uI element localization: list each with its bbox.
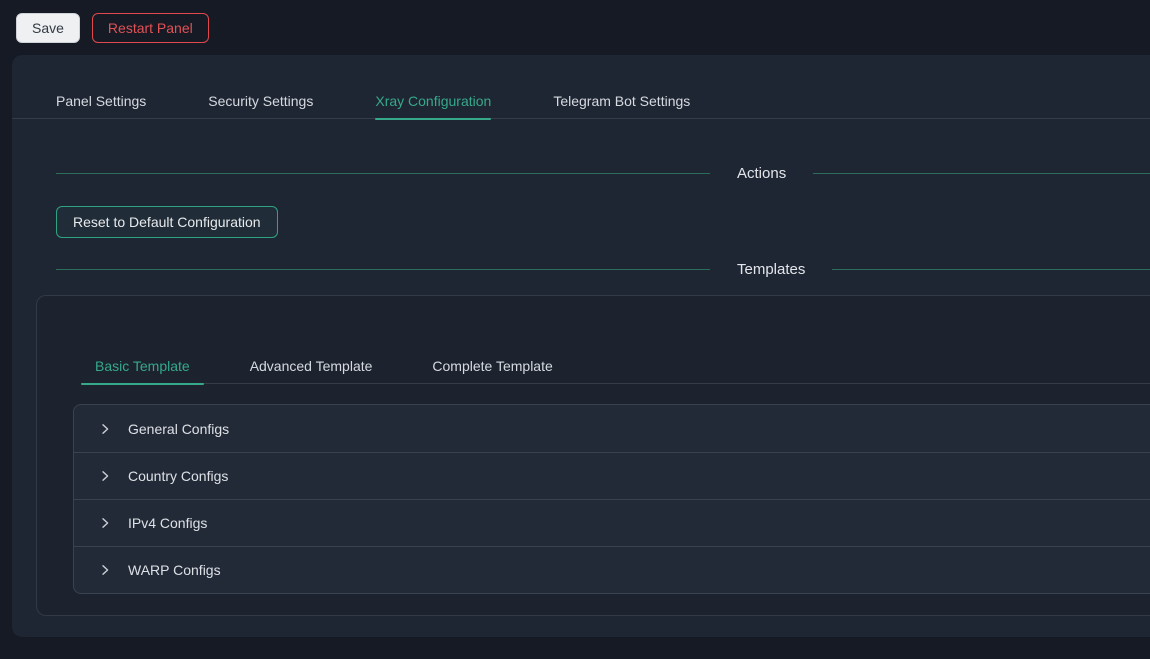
collapse-header-country-configs[interactable]: Country Configs — [74, 452, 1150, 499]
active-tab-indicator — [81, 383, 204, 385]
tab-label: Security Settings — [208, 93, 313, 109]
tab-label: Complete Template — [432, 358, 552, 374]
tab-security-settings[interactable]: Security Settings — [208, 83, 313, 119]
divider-line — [56, 173, 710, 174]
collapse-header-label: IPv4 Configs — [128, 515, 207, 531]
tab-label: Advanced Template — [250, 358, 373, 374]
collapse-header-label: WARP Configs — [128, 562, 221, 578]
tab-xray-configuration[interactable]: Xray Configuration — [375, 83, 491, 119]
collapse-header-label: Country Configs — [128, 468, 228, 484]
tab-label: Basic Template — [95, 358, 190, 374]
active-tab-indicator — [375, 118, 491, 120]
settings-card: Panel Settings Security Settings Xray Co… — [12, 55, 1150, 637]
config-collapse-list: General Configs Country Configs IPv4 Con… — [73, 404, 1150, 594]
chevron-right-icon — [99, 470, 111, 482]
templates-card: Basic Template Advanced Template Complet… — [36, 295, 1150, 616]
collapse-header-ipv4-configs[interactable]: IPv4 Configs — [74, 499, 1150, 546]
tab-panel-settings[interactable]: Panel Settings — [56, 83, 146, 119]
actions-divider: Actions — [12, 163, 1150, 183]
tab-telegram-bot-settings[interactable]: Telegram Bot Settings — [553, 83, 690, 119]
tab-label: Telegram Bot Settings — [553, 93, 690, 109]
tab-advanced-template[interactable]: Advanced Template — [236, 348, 387, 384]
chevron-right-icon — [99, 423, 111, 435]
tab-basic-template[interactable]: Basic Template — [81, 348, 204, 384]
tab-complete-template[interactable]: Complete Template — [418, 348, 566, 384]
templates-divider: Templates — [12, 259, 1150, 279]
divider-line — [832, 269, 1150, 270]
reset-to-default-button[interactable]: Reset to Default Configuration — [56, 206, 278, 238]
actions-divider-label: Actions — [710, 165, 813, 182]
save-button[interactable]: Save — [16, 13, 80, 43]
chevron-right-icon — [99, 517, 111, 529]
templates-divider-label: Templates — [710, 261, 832, 278]
divider-line — [56, 269, 710, 270]
collapse-header-general-configs[interactable]: General Configs — [74, 405, 1150, 452]
restart-panel-button[interactable]: Restart Panel — [92, 13, 209, 43]
chevron-right-icon — [99, 564, 111, 576]
collapse-header-label: General Configs — [128, 421, 229, 437]
divider-line — [813, 173, 1150, 174]
template-tab-bar: Basic Template Advanced Template Complet… — [81, 348, 1150, 384]
collapse-header-warp-configs[interactable]: WARP Configs — [74, 546, 1150, 593]
tab-label: Xray Configuration — [375, 93, 491, 109]
top-toolbar: Save Restart Panel — [0, 0, 1150, 55]
tab-label: Panel Settings — [56, 93, 146, 109]
actions-section: Reset to Default Configuration — [12, 206, 1150, 238]
settings-tab-bar: Panel Settings Security Settings Xray Co… — [12, 83, 1150, 119]
